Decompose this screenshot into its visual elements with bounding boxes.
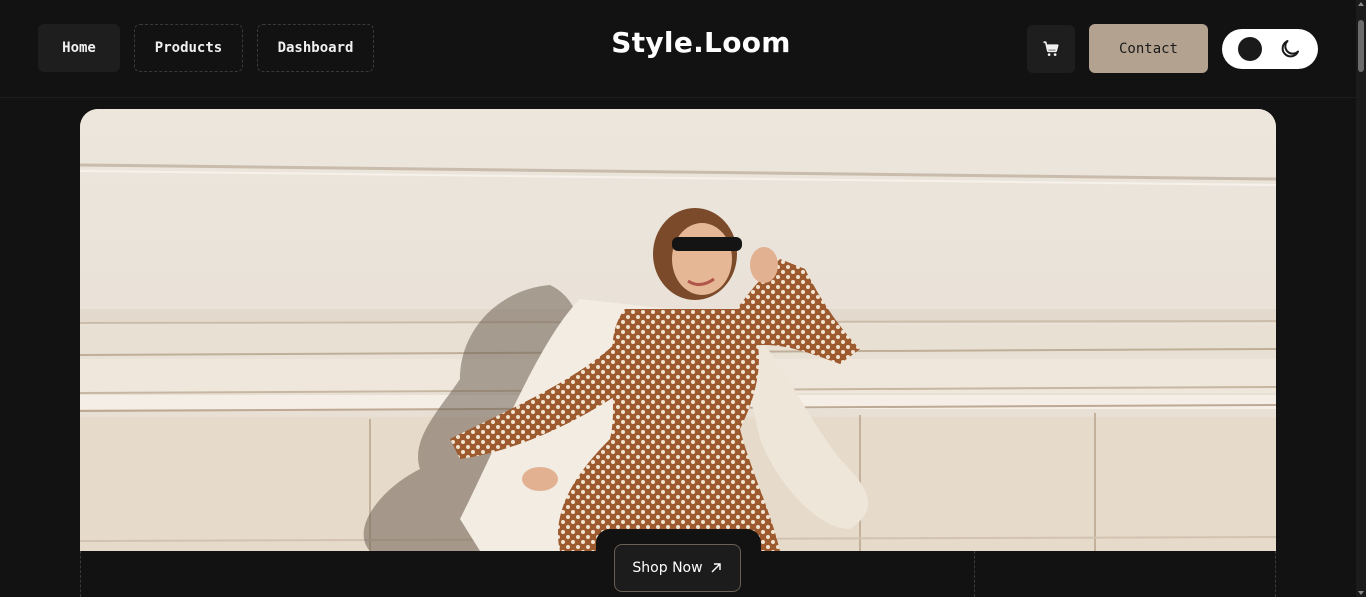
cart-icon [1043,41,1059,56]
hero-photo [80,109,1276,551]
moon-icon [1281,40,1299,58]
scroll-down-arrow-icon[interactable] [1358,591,1364,595]
arrow-up-right-icon [711,563,721,573]
page-scrollbar[interactable] [1356,0,1366,597]
nav-products-button[interactable]: Products [134,24,243,72]
panel-border-middle [974,551,975,597]
site-header: Home Products Dashboard Style.Loom Conta… [0,0,1356,98]
panel-border-left [80,551,81,597]
shop-now-label: Shop Now [632,560,703,576]
shop-now-button[interactable]: Shop Now [614,544,741,592]
panel-border-right [1275,551,1276,597]
brand-logo[interactable]: Style.Loom [600,26,802,59]
scroll-thumb[interactable] [1358,20,1364,72]
contact-button[interactable]: Contact [1089,24,1208,73]
cart-button[interactable] [1027,25,1075,73]
nav-home-button[interactable]: Home [38,24,120,72]
hero-image [80,109,1276,551]
toggle-knob [1238,37,1262,61]
scroll-up-arrow-icon[interactable] [1358,2,1364,6]
theme-toggle[interactable] [1222,29,1318,69]
nav-dashboard-button[interactable]: Dashboard [257,24,374,72]
